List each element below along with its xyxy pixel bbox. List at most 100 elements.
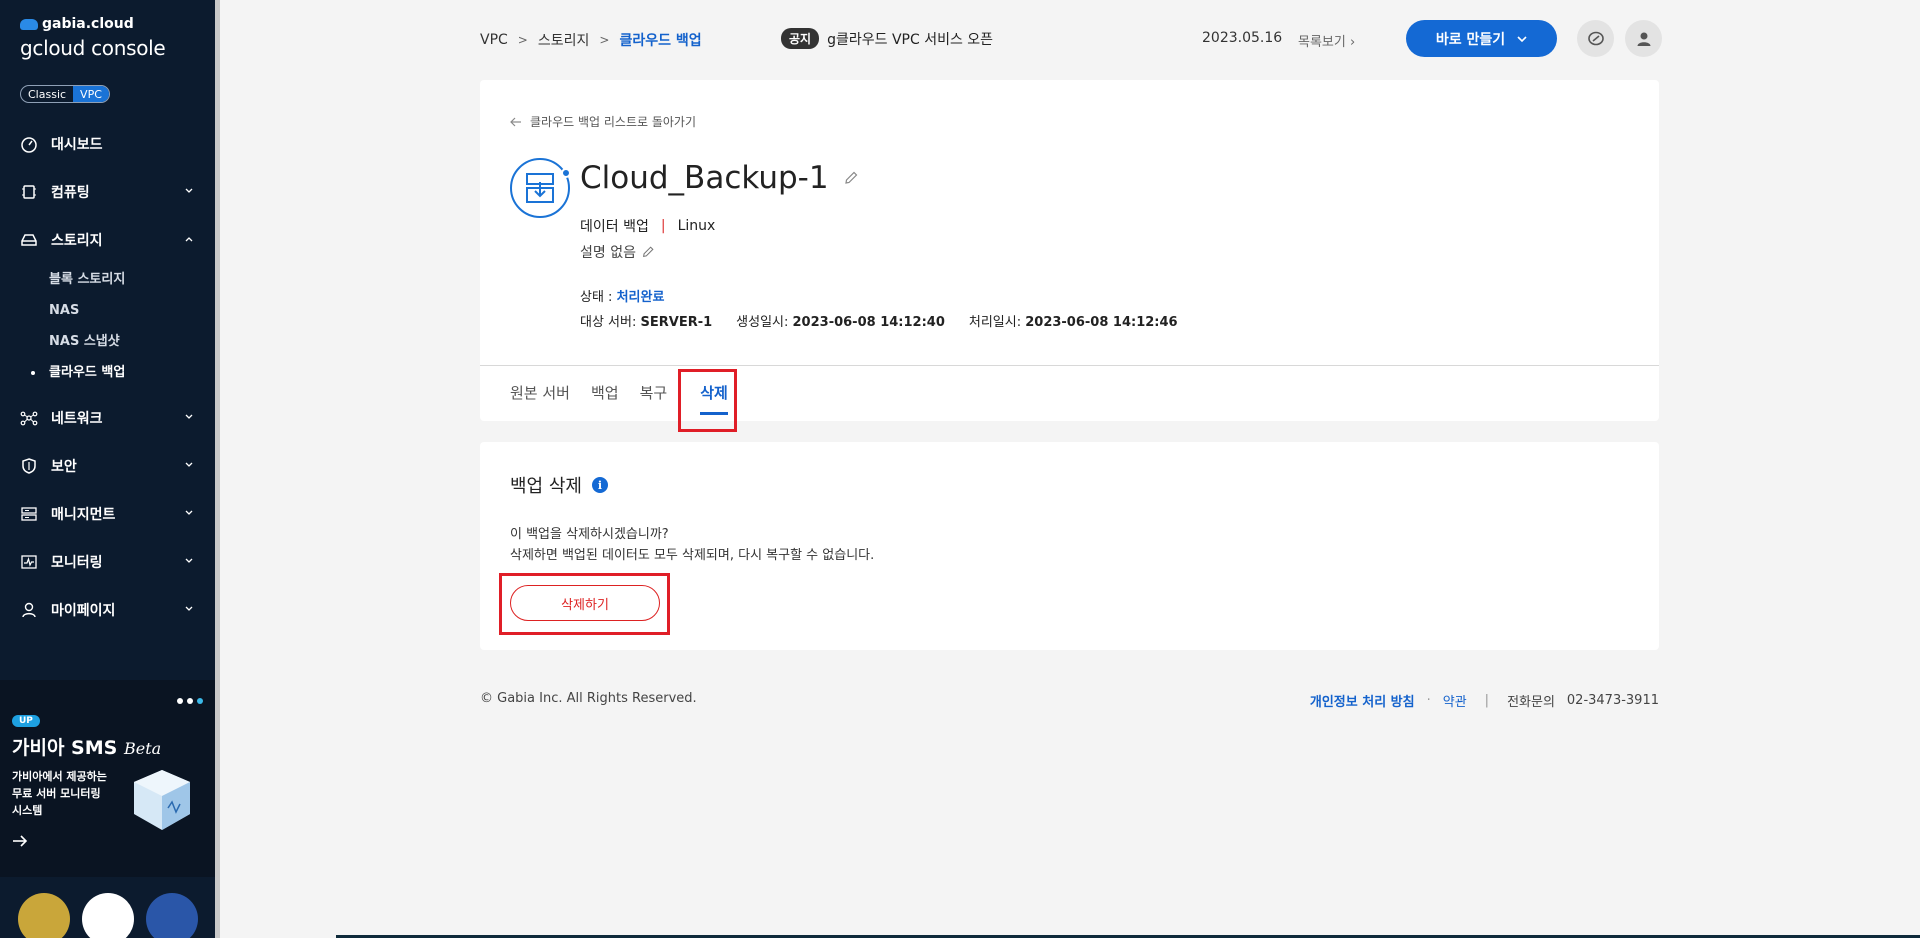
status-line: 상태 : 처리완료 — [580, 286, 664, 305]
tab-delete[interactable]: 삭제 — [688, 366, 740, 421]
sidebar-subitem-cloud-backup[interactable]: 클라우드 백업 — [0, 357, 215, 388]
toggle-classic[interactable]: Classic — [21, 86, 73, 102]
chevron-down-icon — [1517, 35, 1527, 42]
delete-button[interactable]: 삭제하기 — [510, 585, 660, 621]
chevron-up-icon — [185, 237, 193, 242]
breadcrumb-storage[interactable]: 스토리지 — [538, 30, 590, 50]
shield-icon — [20, 457, 38, 475]
cloud-service-badge-icon — [82, 893, 134, 938]
sidebar-scrollbar[interactable] — [215, 0, 220, 938]
status-value: 처리완료 — [616, 290, 665, 305]
back-to-list-link[interactable]: 클라우드 백업 리스트로 돌아가기 — [510, 113, 696, 130]
status-dot — [561, 168, 571, 178]
notice-banner[interactable]: 공지 g클라우드 VPC 서비스 오픈 — [781, 28, 993, 49]
sidebar-item-label: 컴퓨팅 — [51, 185, 90, 201]
notice-tag: 공지 — [781, 28, 820, 49]
delete-notice: 삭제하면 백업된 데이터도 모두 삭제되며, 다시 복구할 수 없습니다. — [510, 548, 875, 563]
server-list-icon — [20, 505, 38, 523]
edit-pencil-icon[interactable] — [641, 245, 655, 259]
sidebar-item-mypage[interactable]: 마이페이지 — [0, 586, 215, 634]
notice-text[interactable]: g클라우드 VPC 서비스 오픈 — [827, 29, 993, 49]
sidebar-item-label: 스토리지 — [51, 233, 103, 249]
sidebar-item-network[interactable]: 네트워크 — [0, 394, 215, 442]
info-line: 대상 서버: SERVER-1 생성일시: 2023-06-08 14:12:4… — [580, 311, 1178, 330]
feedback-button[interactable] — [1577, 20, 1614, 57]
sidebar-subitem-nas-snapshot[interactable]: NAS 스냅샷 — [0, 326, 215, 357]
user-icon — [1637, 32, 1650, 46]
quick-create-button[interactable]: 바로 만들기 — [1406, 20, 1557, 57]
delete-warning: 이 백업을 삭제하시겠습니까? 삭제하면 백업된 데이터도 모두 삭제되며, 다… — [510, 524, 874, 566]
delete-backup-card: 백업 삭제 i 이 백업을 삭제하시겠습니까? 삭제하면 백업된 데이터도 모두… — [480, 442, 1659, 650]
sidebar: gabia.cloud gcloud console Classic VPC 대… — [0, 0, 215, 938]
chevron-down-icon — [185, 414, 193, 419]
gauge-icon — [20, 135, 38, 153]
status-label: 상태 : — [580, 290, 617, 305]
backup-os: Linux — [677, 218, 716, 234]
chevron-down-icon — [185, 462, 193, 467]
console-toggle[interactable]: Classic VPC — [20, 85, 110, 103]
notice-list-link[interactable]: 목록보기 › — [1298, 31, 1355, 50]
tab-source-server[interactable]: 원본 서버 — [510, 366, 570, 421]
resource-title: Cloud_Backup-1 — [580, 160, 859, 196]
sms-promo-banner[interactable]: UP 가비아 SMS Beta 가비아에서 제공하는 무료 서버 모니터링 시스… — [0, 680, 215, 877]
sidebar-nav: 대시보드 컴퓨팅 스토리지 블록 스토리지 NAS NAS 스냅샷 클라우드 백… — [0, 120, 215, 634]
edit-pencil-icon[interactable] — [843, 170, 859, 186]
sidebar-item-label: 매니지먼트 — [51, 507, 116, 523]
carousel-dots[interactable] — [177, 698, 203, 704]
sidebar-item-dashboard[interactable]: 대시보드 — [0, 120, 215, 168]
section-title: 백업 삭제 i — [510, 472, 608, 498]
resource-description: 설명 없음 — [580, 242, 655, 262]
meta-divider: | — [660, 218, 666, 234]
sidebar-item-label: 마이페이지 — [51, 603, 116, 619]
top-bar: VPC > 스토리지 > 클라우드 백업 공지 g클라우드 VPC 서비스 오픈… — [480, 20, 1662, 58]
privacy-policy-link[interactable]: 개인정보 처리 방침 — [1310, 691, 1415, 710]
description-text: 설명 없음 — [580, 245, 636, 261]
certification-badges — [18, 893, 198, 938]
sidebar-item-label: 대시보드 — [51, 137, 103, 153]
sidebar-subitem-nas[interactable]: NAS — [0, 295, 215, 326]
sidebar-item-management[interactable]: 매니지먼트 — [0, 490, 215, 538]
user-icon — [20, 601, 38, 619]
csap-badge-icon — [146, 893, 198, 938]
cloud-logo-icon — [20, 18, 38, 30]
tab-restore[interactable]: 복구 — [640, 366, 668, 421]
resource-name: Cloud_Backup-1 — [580, 160, 829, 196]
detail-tabs: 원본 서버 백업 복구 삭제 — [510, 366, 740, 421]
footer-links: 개인정보 처리 방침 · 약관 | 전화문의 02-3473-3911 — [1310, 691, 1659, 710]
arrow-left-icon — [510, 117, 521, 126]
footer-bar-separator: | — [1484, 693, 1490, 708]
toggle-vpc[interactable]: VPC — [73, 86, 109, 102]
brand-big: gcloud console — [20, 36, 166, 60]
info-icon[interactable]: i — [591, 477, 608, 493]
brand-small: gabia.cloud — [42, 16, 134, 32]
quick-create-label: 바로 만들기 — [1435, 31, 1506, 48]
sidebar-item-monitoring[interactable]: 모니터링 — [0, 538, 215, 586]
chevron-down-icon — [185, 510, 193, 515]
sidebar-item-computing[interactable]: 컴퓨팅 — [0, 168, 215, 216]
arrow-right-icon[interactable] — [12, 834, 28, 848]
copyright: © Gabia Inc. All Rights Reserved. — [480, 691, 697, 706]
breadcrumb-vpc[interactable]: VPC — [480, 32, 508, 48]
promo-title: 가비아 SMS Beta — [12, 737, 162, 759]
terms-link[interactable]: 약관 — [1443, 691, 1467, 710]
brand-logo[interactable]: gabia.cloud gcloud console — [20, 16, 166, 60]
phone-label: 전화문의 — [1507, 695, 1555, 710]
sidebar-item-label: 네트워크 — [51, 411, 103, 427]
delete-question: 이 백업을 삭제하시겠습니까? — [510, 527, 669, 542]
footer-dot-separator: · — [1426, 693, 1431, 708]
processed-at: 처리일시: 2023-06-08 14:12:46 — [968, 315, 1178, 330]
phone-number: 02-3473-3911 — [1566, 693, 1659, 708]
sidebar-item-label: 보안 — [51, 459, 77, 475]
profile-button[interactable] — [1625, 20, 1662, 57]
sidebar-item-security[interactable]: 보안 — [0, 442, 215, 490]
created-at: 생성일시: 2023-06-08 14:12:40 — [736, 315, 945, 330]
sidebar-subitem-block-storage[interactable]: 블록 스토리지 — [0, 264, 215, 295]
chevron-right-icon: › — [1349, 35, 1356, 50]
tab-backup[interactable]: 백업 — [591, 366, 619, 421]
target-server: 대상 서버: SERVER-1 — [580, 315, 713, 330]
sidebar-item-storage[interactable]: 스토리지 — [0, 216, 215, 264]
cloud-backup-service-icon — [510, 158, 571, 218]
breadcrumb-cloud-backup[interactable]: 클라우드 백업 — [619, 30, 701, 50]
storage-icon — [20, 231, 38, 249]
back-link-label: 클라우드 백업 리스트로 돌아가기 — [530, 115, 697, 129]
